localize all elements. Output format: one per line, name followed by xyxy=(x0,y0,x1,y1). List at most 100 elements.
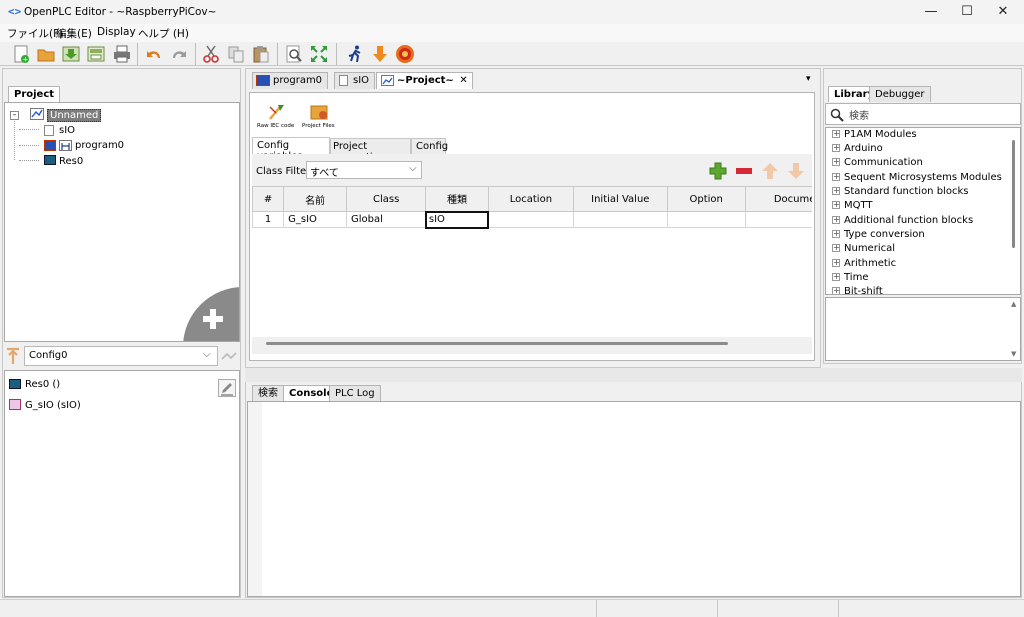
instance-item-res0[interactable]: Res0 () xyxy=(25,379,60,390)
tab-search[interactable]: 検索 xyxy=(252,385,284,401)
download-icon[interactable] xyxy=(370,44,390,64)
tree-item-sio[interactable]: sIO xyxy=(59,125,75,136)
scrollbar-thumb[interactable] xyxy=(1012,140,1015,248)
library-item[interactable]: + Standard function blocks xyxy=(832,186,968,197)
close-button[interactable]: ✕ xyxy=(986,0,1020,24)
menu-edit[interactable]: 編集(E) xyxy=(56,26,92,41)
table-cell[interactable]: G_sIO xyxy=(283,211,347,228)
scroll-up-icon[interactable]: ▲ xyxy=(1011,300,1016,308)
subtab-project-properties[interactable]: Project properties xyxy=(330,138,411,163)
table-cell[interactable] xyxy=(487,211,575,228)
maximize-button[interactable]: ☐ xyxy=(950,0,984,24)
library-item[interactable]: + Numerical xyxy=(832,243,895,254)
expand-icon: + xyxy=(832,129,840,138)
scroll-down-icon[interactable]: ▼ xyxy=(1011,350,1016,358)
subtab-config-variables[interactable]: Config variables xyxy=(252,137,330,162)
paste-icon[interactable] xyxy=(251,44,271,64)
library-item[interactable]: + MQTT xyxy=(832,200,873,211)
tab-debugger[interactable]: Debugger xyxy=(869,86,931,102)
minimize-button[interactable]: — xyxy=(914,0,948,24)
start-plc-icon[interactable] xyxy=(395,44,415,64)
tab-list-dropdown-icon[interactable]: ▾ xyxy=(806,74,811,84)
tree-root-unnamed[interactable]: Unnamed xyxy=(47,109,102,122)
library-item[interactable]: + Time xyxy=(832,272,868,283)
run-simulation-icon[interactable] xyxy=(345,44,365,64)
library-search-input[interactable]: 検索 xyxy=(825,103,1021,125)
subtab-config[interactable]: Config xyxy=(411,138,448,154)
tab-project-config[interactable]: ~Project~ ✕ xyxy=(376,72,473,89)
tab-project[interactable]: Project xyxy=(8,86,61,102)
close-tab-icon[interactable]: ✕ xyxy=(459,73,467,88)
expand-icon: + xyxy=(832,143,840,152)
save-icon[interactable] xyxy=(61,44,81,64)
instance-item-g-sio[interactable]: G_sIO (sIO) xyxy=(25,400,81,411)
new-file-icon[interactable]: + xyxy=(11,44,31,64)
move-up-button[interactable] xyxy=(761,162,779,180)
menu-file[interactable]: ファイル(F) xyxy=(7,26,63,41)
library-item[interactable]: + Bit-shift xyxy=(832,286,883,294)
tab-program0[interactable]: program0 xyxy=(252,72,329,89)
column-header[interactable]: Documentation xyxy=(744,186,812,212)
cut-icon[interactable] xyxy=(201,44,221,64)
library-item-label: Arithmetic xyxy=(844,258,897,269)
save-as-icon[interactable] xyxy=(86,44,106,64)
library-item-label: Time xyxy=(844,272,869,283)
column-header[interactable]: 種類 xyxy=(425,186,489,212)
column-header[interactable]: Class xyxy=(345,186,427,212)
column-header[interactable]: Initial Value xyxy=(573,186,668,212)
find-icon[interactable] xyxy=(284,44,304,64)
table-cell[interactable] xyxy=(744,211,812,228)
tab-plc-log[interactable]: PLC Log xyxy=(329,385,381,401)
config-arrow-icon[interactable] xyxy=(6,347,20,365)
expand-icon: + xyxy=(832,229,840,238)
edit-instance-icon[interactable] xyxy=(218,379,236,397)
table-cell[interactable]: 1 xyxy=(252,211,285,228)
tab-sio[interactable]: sIO xyxy=(334,72,376,89)
tree-item-res0[interactable]: Res0 xyxy=(59,156,83,167)
column-header[interactable]: # xyxy=(252,186,285,212)
library-item-label: Communication xyxy=(844,157,923,168)
table-row[interactable]: 1 G_sIO Global sIO xyxy=(252,210,812,229)
table-cell-selected[interactable]: sIO xyxy=(424,210,490,229)
raw-iec-code-label[interactable]: Raw IEC code xyxy=(257,123,294,129)
menu-help[interactable]: ヘルプ (H) xyxy=(138,26,189,41)
config-link-icon[interactable] xyxy=(221,350,237,362)
project-files-label[interactable]: Project Files xyxy=(302,123,335,129)
library-item[interactable]: + Sequent Microsystems Modules xyxy=(832,172,1002,183)
toolbar-separator xyxy=(277,43,278,65)
zoom-fit-icon[interactable] xyxy=(309,44,329,64)
library-item[interactable]: + Arithmetic xyxy=(832,258,896,269)
config-select[interactable]: Config0 ⌵ xyxy=(24,346,218,366)
library-item[interactable]: + Communication xyxy=(832,157,923,168)
scrollbar-thumb[interactable] xyxy=(266,342,728,345)
delete-variable-button[interactable] xyxy=(735,162,753,180)
tab-sio-label: sIO xyxy=(353,75,370,86)
library-item[interactable]: + Type conversion xyxy=(832,229,925,240)
table-cell[interactable] xyxy=(573,211,668,228)
column-header[interactable]: Option xyxy=(666,186,746,212)
column-header[interactable]: Location xyxy=(487,186,575,212)
print-icon[interactable] xyxy=(112,44,132,64)
library-item[interactable]: + Additional function blocks xyxy=(832,215,973,226)
redo-icon[interactable] xyxy=(169,44,189,64)
copy-icon[interactable] xyxy=(226,44,246,64)
library-item[interactable]: + Arduino xyxy=(832,143,883,154)
tree-line xyxy=(19,129,39,130)
table-cell[interactable] xyxy=(666,211,746,228)
open-folder-icon[interactable] xyxy=(36,44,56,64)
menu-display[interactable]: Display xyxy=(97,26,136,38)
tree-item-program0[interactable]: program0 xyxy=(75,140,124,151)
move-down-button[interactable] xyxy=(787,162,805,180)
column-header[interactable]: 名前 xyxy=(283,186,347,212)
library-item[interactable]: + P1AM Modules xyxy=(832,129,917,140)
collapse-toggle-icon[interactable]: - xyxy=(10,111,19,120)
project-files-icon[interactable] xyxy=(310,103,330,121)
undo-icon[interactable] xyxy=(144,44,164,64)
raw-iec-code-icon[interactable] xyxy=(268,103,286,121)
table-cell[interactable]: Global xyxy=(345,211,427,228)
class-filter-select[interactable]: すべて ⌵ xyxy=(306,161,422,179)
library-item-label: Numerical xyxy=(844,243,896,254)
horizontal-scrollbar[interactable] xyxy=(252,337,812,349)
program-icon xyxy=(44,140,56,151)
add-variable-button[interactable] xyxy=(709,162,727,180)
